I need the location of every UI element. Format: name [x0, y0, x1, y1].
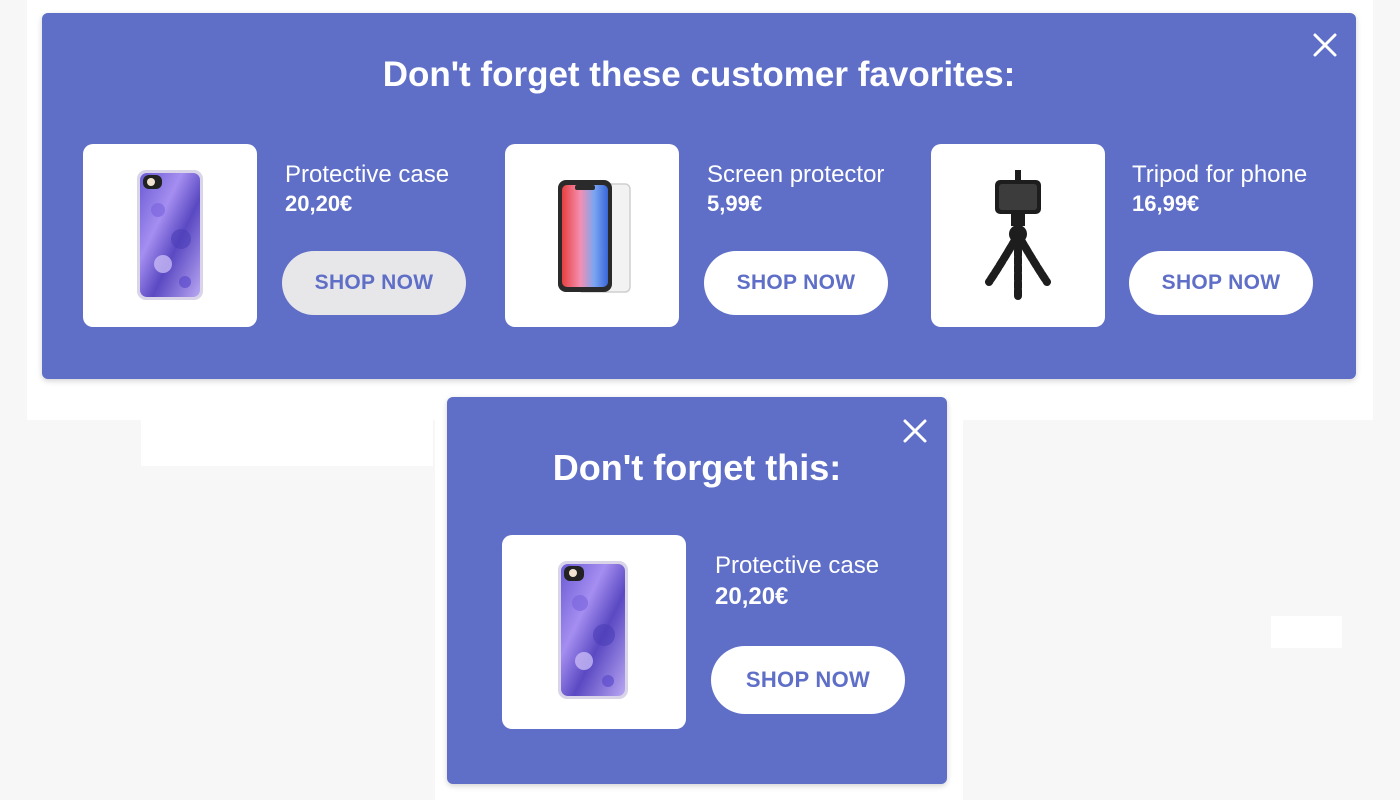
- phone-case-image[interactable]: [502, 535, 686, 729]
- background-panel-small: [1271, 616, 1342, 648]
- shop-now-button[interactable]: SHOP NOW: [711, 646, 905, 714]
- product-name: Tripod for phone: [1132, 161, 1308, 188]
- close-icon[interactable]: [900, 416, 930, 446]
- popup-title: Don't forget this:: [552, 447, 842, 488]
- popup-title: Don't forget these customer favorites:: [382, 55, 1016, 94]
- tripod-image[interactable]: [931, 144, 1105, 327]
- product-card-screen-protector: Screen protector 5,99€ SHOP NOW: [505, 144, 905, 328]
- product-card-protective-case: Protective case 20,20€ SHOP NOW: [502, 535, 922, 729]
- shop-now-button[interactable]: SHOP NOW: [704, 251, 888, 315]
- product-card-tripod: Tripod for phone 16,99€ SHOP NOW: [931, 144, 1331, 328]
- product-name: Protective case: [715, 552, 880, 579]
- phone-case-image[interactable]: [83, 144, 257, 327]
- product-price: 20,20€: [285, 191, 353, 216]
- background-panel-left: [141, 420, 433, 466]
- page: Don't forget these customer favorites: P…: [0, 0, 1400, 800]
- product-name: Screen protector: [707, 161, 885, 188]
- customer-favorites-popup: Don't forget these customer favorites: P…: [42, 13, 1356, 379]
- product-price: 20,20€: [715, 583, 789, 610]
- product-price: 5,99€: [707, 191, 763, 216]
- shop-now-button[interactable]: SHOP NOW: [282, 251, 466, 315]
- product-price: 16,99€: [1132, 191, 1200, 216]
- product-card-protective-case: Protective case 20,20€ SHOP NOW: [83, 144, 483, 328]
- product-name: Protective case: [285, 161, 450, 188]
- screen-protector-image[interactable]: [505, 144, 679, 327]
- shop-now-button[interactable]: SHOP NOW: [1129, 251, 1313, 315]
- dont-forget-popup: Don't forget this: Protective case 20,20…: [447, 397, 947, 784]
